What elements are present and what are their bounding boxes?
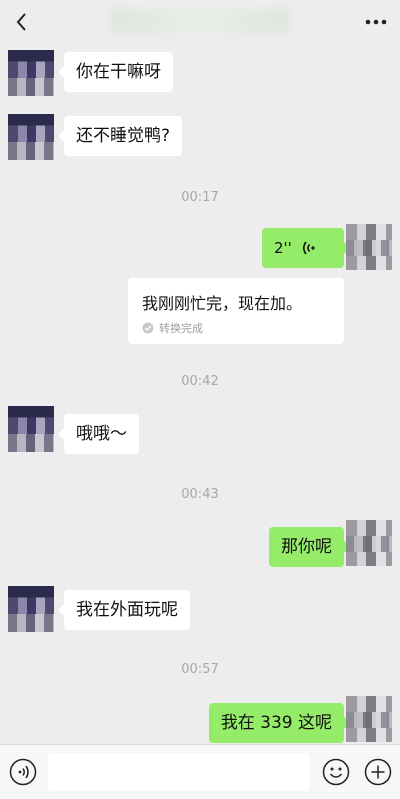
timestamp: 00:42 <box>181 374 219 389</box>
contact-avatar[interactable] <box>8 114 54 160</box>
chat-header <box>0 0 400 44</box>
contact-avatar[interactable] <box>8 406 54 452</box>
emoji-icon[interactable] <box>322 758 350 786</box>
my-avatar[interactable] <box>346 520 392 566</box>
sent-message[interactable]: 那你呢 <box>269 527 350 567</box>
received-message[interactable]: 哦哦～ <box>58 414 139 454</box>
input-toolbar <box>0 744 400 799</box>
received-message[interactable]: 你在干嘛呀 <box>58 52 173 92</box>
my-avatar[interactable] <box>346 696 392 742</box>
received-message[interactable]: 还不睡觉鸭? <box>57 116 183 156</box>
chat-title-blurred <box>110 8 290 34</box>
timestamp: 00:17 <box>181 190 219 205</box>
voice-message[interactable]: 2'' <box>262 228 350 268</box>
my-avatar[interactable] <box>346 224 392 270</box>
received-message[interactable]: 我在外面玩呢 <box>58 590 190 630</box>
plus-circle-icon[interactable] <box>364 758 392 786</box>
voice-duration: 2'' <box>274 239 292 257</box>
timestamp: 00:43 <box>181 487 219 502</box>
transcript-status-label: 转换完成 <box>159 322 203 335</box>
voice-input-icon[interactable] <box>9 758 37 786</box>
chevron-left-icon[interactable] <box>10 10 34 34</box>
check-circle-icon <box>142 322 154 334</box>
message-input[interactable] <box>48 753 310 791</box>
timestamp: 00:57 <box>181 662 219 677</box>
more-dots-icon[interactable] <box>362 10 390 34</box>
voice-wave-icon <box>302 241 315 255</box>
transcript-status: 转换完成 <box>142 320 203 336</box>
voice-transcript-text: 我刚刚忙完，现在加。 <box>142 294 303 313</box>
sent-message[interactable]: 我在 339 这呢 <box>208 703 351 743</box>
contact-avatar[interactable] <box>8 50 54 96</box>
contact-avatar[interactable] <box>8 586 54 632</box>
voice-transcript-card[interactable]: 我刚刚忙完，现在加。 转换完成 <box>128 278 344 344</box>
